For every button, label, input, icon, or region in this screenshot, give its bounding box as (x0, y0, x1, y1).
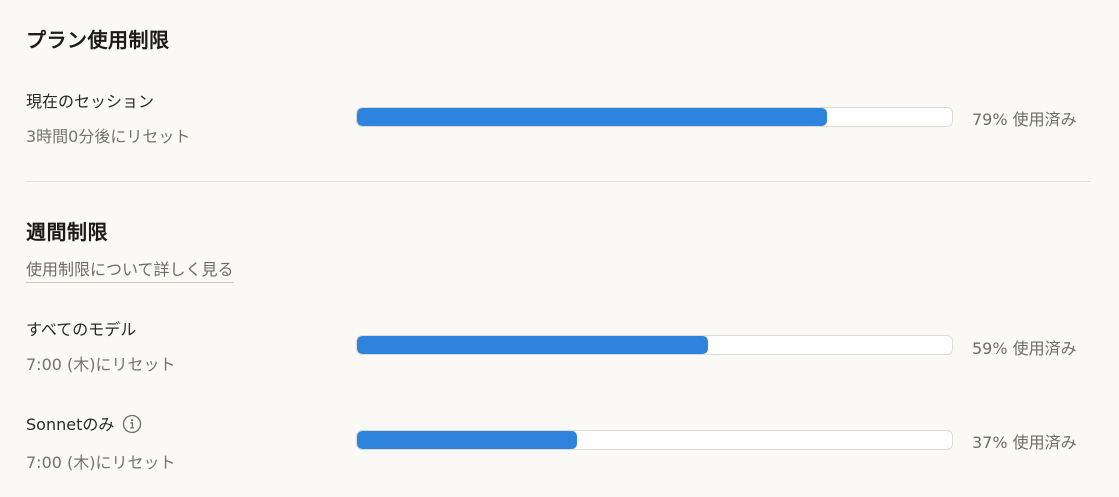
sonnet-reset-text: 7:00 (木)にリセット (26, 453, 176, 472)
session-usage-bar (356, 107, 953, 127)
learn-more-link[interactable]: 使用制限について詳しく見る (26, 256, 234, 283)
all-models-usage-bar (356, 335, 953, 355)
session-label: 現在のセッション (26, 92, 155, 111)
session-usage-fill (357, 108, 828, 126)
session-reset-text: 3時間0分後にリセット (26, 127, 191, 146)
sonnet-usage-bar (356, 430, 953, 450)
session-used-text: 79% 使用済み (972, 110, 1077, 129)
plan-usage-title: プラン使用制限 (26, 28, 170, 52)
sonnet-row-label: Sonnetのみ (26, 411, 142, 436)
all-models-label: すべてのモデル (26, 320, 137, 339)
section-divider (26, 181, 1091, 182)
info-icon[interactable] (122, 414, 142, 434)
sonnet-label: Sonnetのみ (26, 415, 115, 434)
sonnet-used-text: 37% 使用済み (972, 433, 1077, 452)
all-models-usage-fill (357, 336, 709, 354)
all-models-reset-text: 7:00 (木)にリセット (26, 355, 176, 374)
weekly-limits-title: 週間制限 (26, 220, 108, 244)
sonnet-usage-fill (357, 431, 578, 449)
all-models-used-text: 59% 使用済み (972, 339, 1077, 358)
